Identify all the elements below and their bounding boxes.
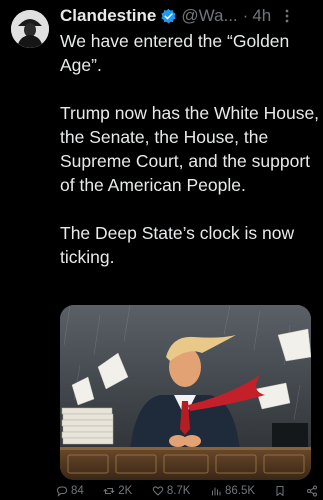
tweet-paragraph-1: We have entered the “Golden Age”. [60,31,290,75]
verified-badge-icon [161,8,176,23]
views-chart-icon [211,487,221,496]
bookmark-button[interactable] [274,485,286,497]
repost-icon [103,488,115,494]
tweet-media-image[interactable] [60,305,311,480]
repost-button[interactable]: 2K [103,485,132,497]
user-handle[interactable]: @Wa... [181,6,237,26]
tweet-action-bar: 84 2K 8.7K 86.5K [56,484,318,498]
repost-count: 2K [118,485,133,497]
more-vertical-icon[interactable] [279,8,295,24]
views-count: 86.5K [224,485,256,497]
views-button[interactable]: 86.5K [210,485,255,497]
like-button[interactable]: 8.7K [152,485,191,497]
media-illustration [60,305,311,480]
share-button[interactable] [306,485,318,497]
tweet-header: Clandestine @Wa... · 4h [60,5,317,27]
reply-count: 84 [71,485,84,497]
avatar-silhouette-icon [11,10,49,48]
tweet-paragraph-2: Trump now has the White House, the Senat… [60,103,320,195]
reply-button[interactable]: 84 [56,485,84,497]
tweet-text: We have entered the “Golden Age”. Trump … [60,29,322,269]
timestamp[interactable]: 4h [252,6,271,26]
share-icon [306,485,317,497]
tweet-paragraph-3: The Deep State’s clock is now ticking. [60,223,295,267]
avatar[interactable] [11,10,49,48]
like-count: 8.7K [166,485,191,497]
reply-icon [56,486,68,497]
bookmark-icon [276,486,284,496]
separator-dot: · [242,6,249,25]
heart-icon [152,486,164,496]
display-name[interactable]: Clandestine [60,6,156,26]
